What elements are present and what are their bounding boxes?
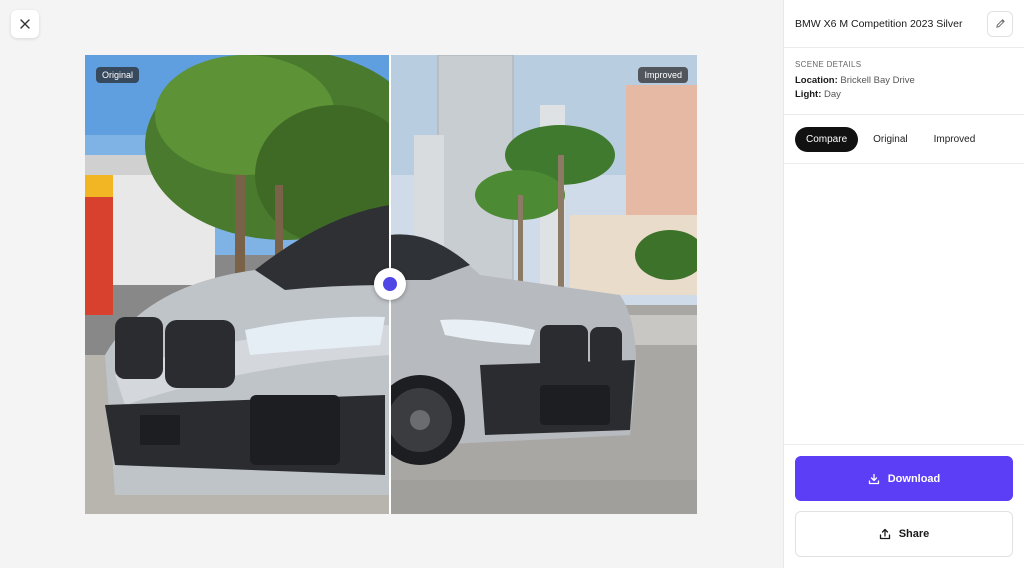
- tab-original[interactable]: Original: [862, 127, 918, 152]
- scene-details: SCENE DETAILS Location: Brickell Bay Dri…: [784, 48, 1024, 115]
- download-icon: [868, 473, 879, 484]
- improved-image: [390, 55, 697, 514]
- light-label: Light:: [795, 89, 822, 100]
- improved-tag: Improved: [638, 67, 688, 83]
- original-image: [85, 55, 390, 514]
- pencil-icon: [995, 19, 1005, 28]
- share-icon: [879, 528, 890, 540]
- tab-improved[interactable]: Improved: [923, 127, 987, 152]
- download-button[interactable]: Download: [795, 456, 1013, 501]
- tab-compare[interactable]: Compare: [795, 126, 859, 152]
- location-row: Location: Brickell Bay Drive: [795, 75, 1013, 86]
- location-label: Location:: [795, 75, 838, 86]
- edit-title-button[interactable]: [987, 10, 1013, 37]
- scene-details-heading: SCENE DETAILS: [795, 60, 862, 69]
- share-label: Share: [898, 528, 930, 540]
- original-tag: Original: [96, 67, 140, 83]
- compare-slider-handle[interactable]: [374, 268, 406, 300]
- share-button[interactable]: Share: [795, 511, 1013, 557]
- panel-actions: Download Share: [784, 444, 1024, 568]
- comparison-viewer[interactable]: Original Improved: [85, 55, 697, 514]
- light-row: Light: Day: [795, 89, 1013, 100]
- close-icon: [20, 19, 30, 29]
- car-title: BMW X6 M Competition 2023 Silver: [795, 17, 963, 30]
- download-label: Download: [887, 472, 941, 485]
- light-value: Day: [824, 89, 841, 100]
- slider-dot: [383, 277, 397, 291]
- panel-header: BMW X6 M Competition 2023 Silver: [784, 0, 1024, 48]
- view-tabs: Compare Original Improved: [784, 115, 1024, 164]
- location-value: Brickell Bay Drive: [840, 75, 915, 86]
- details-panel: BMW X6 M Competition 2023 Silver SCENE D…: [783, 0, 1024, 568]
- close-button[interactable]: [11, 10, 39, 38]
